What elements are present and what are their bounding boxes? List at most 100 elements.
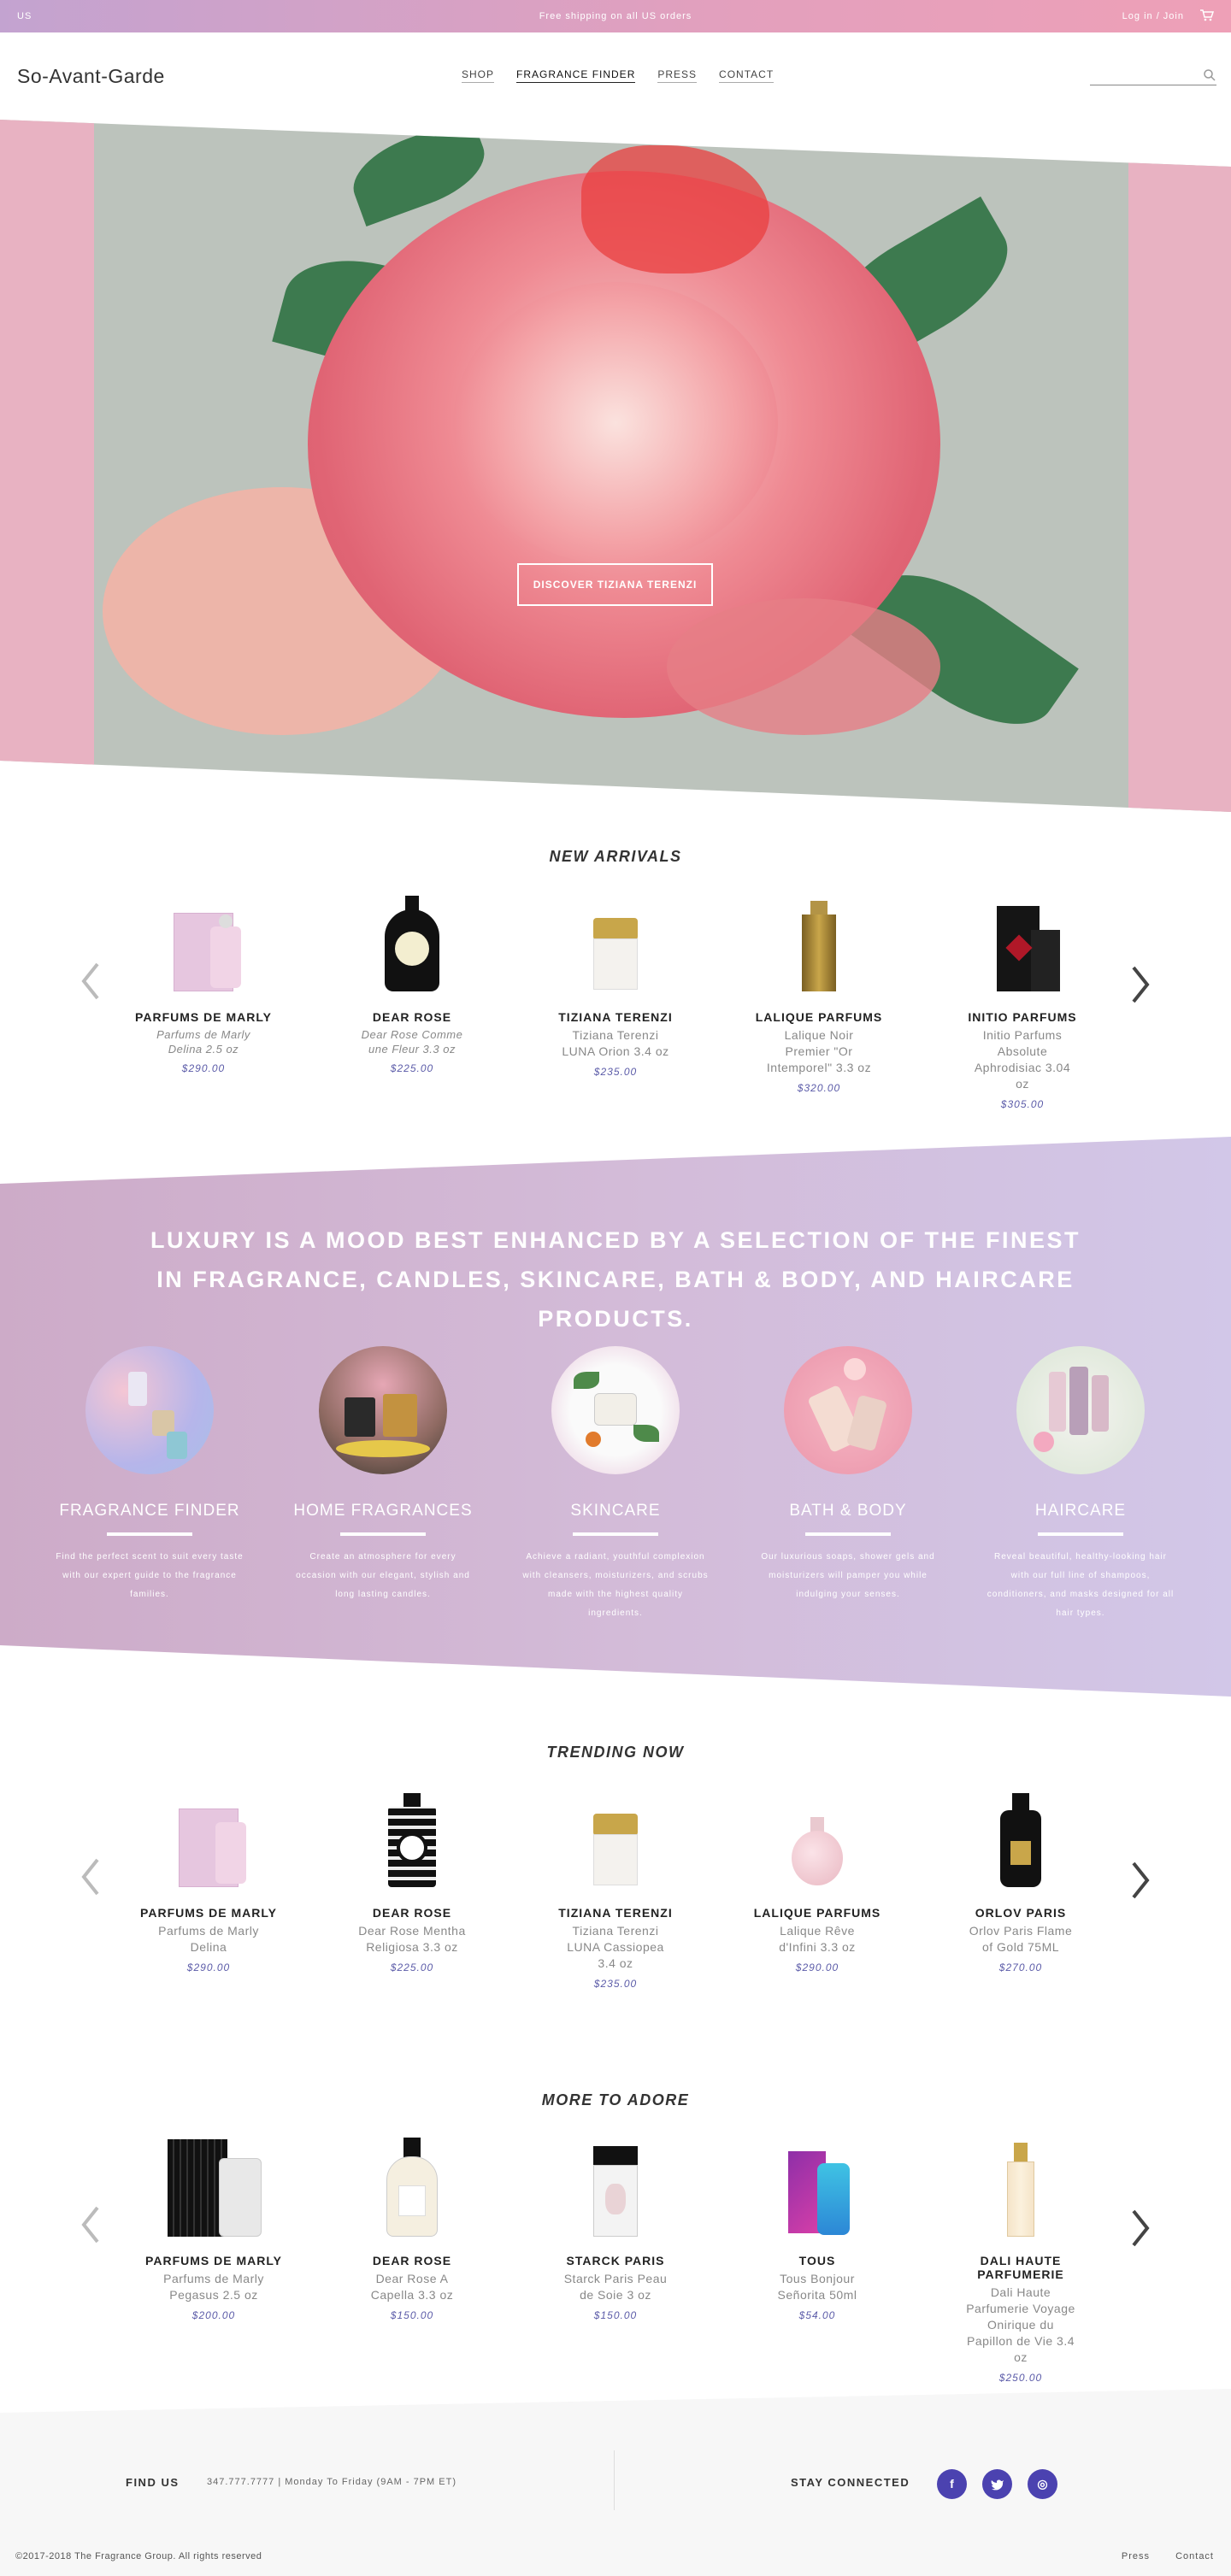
product-name[interactable]: Parfums de Marly Delina — [123, 1923, 294, 1956]
product-brand: LALIQUE PARFUMS — [755, 1010, 883, 1024]
hero-side-panel — [0, 120, 94, 812]
discover-button[interactable]: DISCOVER TIZIANA TERENZI — [517, 563, 713, 606]
product-card[interactable]: PARFUMS DE MARLY Parfums de Marly Delina… — [118, 889, 289, 1074]
product-name[interactable]: Lalique Rêve d'Infini 3.3 oz — [732, 1923, 903, 1956]
product-image[interactable] — [149, 1785, 268, 1896]
product-card[interactable]: TIZIANA TERENZI Tiziana Terenzi LUNA Cas… — [530, 1785, 701, 1990]
product-image[interactable] — [352, 1785, 472, 1896]
product-name[interactable]: Starck Paris Peau de Soie 3 oz — [530, 2271, 701, 2303]
product-card[interactable]: TOUS Tous Bonjour Señorita 50ml $54.00 — [732, 2132, 903, 2321]
nav-press[interactable]: PRESS — [657, 68, 698, 83]
chevron-left-icon[interactable] — [74, 2199, 108, 2250]
product-card[interactable]: PARFUMS DE MARLY Parfums de Marly Delina… — [123, 1785, 294, 1973]
product-image[interactable] — [144, 889, 263, 1000]
category-card-haircare[interactable]: HAIRCARE Reveal beautiful, healthy-looki… — [978, 1346, 1183, 1623]
search-input[interactable] — [1090, 67, 1193, 84]
product-name[interactable]: Dali Haute Parfumerie Voyage Onirique du… — [935, 2285, 1106, 2366]
product-image[interactable] — [759, 889, 879, 1000]
product-card[interactable]: TIZIANA TERENZI Tiziana Terenzi LUNA Ori… — [530, 889, 701, 1078]
product-brand: PARFUMS DE MARLY — [140, 1906, 277, 1920]
footer-link-press[interactable]: Press — [1122, 2551, 1150, 2561]
product-brand: PARFUMS DE MARLY — [135, 1010, 272, 1024]
product-name[interactable]: Dear Rose Comme une Fleur 3.3 oz — [327, 1027, 498, 1056]
product-name[interactable]: Tiziana Terenzi LUNA Orion 3.4 oz — [530, 1027, 701, 1060]
chevron-right-icon[interactable] — [1123, 1855, 1157, 1906]
product-image[interactable] — [352, 2132, 472, 2244]
shipping-banner: Free shipping on all US orders — [539, 11, 692, 21]
cart-icon[interactable] — [1200, 9, 1214, 21]
nav-contact[interactable]: CONTACT — [719, 68, 775, 83]
category-title[interactable]: FRAGRANCE FINDER — [47, 1502, 252, 1520]
facebook-icon[interactable]: f — [937, 2469, 967, 2499]
category-image[interactable] — [85, 1346, 214, 1474]
footer-link-contact[interactable]: Contact — [1175, 2551, 1214, 2561]
product-brand: TIZIANA TERENZI — [558, 1010, 673, 1024]
category-image[interactable] — [1016, 1346, 1145, 1474]
category-description: Our luxurious soaps, shower gels and moi… — [761, 1552, 935, 1599]
product-card[interactable]: LALIQUE PARFUMS Lalique Noir Premier "Or… — [733, 889, 904, 1094]
nav-shop[interactable]: SHOP — [462, 68, 495, 83]
contact-phone[interactable]: 347.777.7777 | Monday To Friday (9AM - 7… — [207, 2477, 456, 2487]
product-name[interactable]: Initio Parfums Absolute Aphrodisiac 3.04… — [937, 1027, 1108, 1092]
product-image[interactable] — [757, 1785, 877, 1896]
product-card[interactable]: PARFUMS DE MARLY Parfums de Marly Pegasu… — [128, 2132, 299, 2321]
product-card[interactable]: DALI HAUTE PARFUMERIE Dali Haute Parfume… — [935, 2132, 1106, 2384]
category-title[interactable]: BATH & BODY — [745, 1502, 951, 1520]
product-card[interactable]: DEAR ROSE Dear Rose Comme une Fleur 3.3 … — [327, 889, 498, 1074]
category-title[interactable]: HOME FRAGRANCES — [280, 1502, 486, 1520]
product-image[interactable] — [757, 2132, 877, 2244]
peony-petal — [581, 145, 769, 273]
product-image[interactable] — [352, 889, 472, 1000]
product-image[interactable] — [556, 2132, 675, 2244]
product-name[interactable]: Parfums de Marly Pegasus 2.5 oz — [128, 2271, 299, 2303]
site-footer: FIND US 347.777.7777 | Monday To Friday … — [0, 2389, 1231, 2576]
nav-fragrance-finder[interactable]: FRAGRANCE FINDER — [516, 68, 636, 83]
category-underline — [805, 1532, 891, 1536]
product-card[interactable]: INITIO PARFUMS Initio Parfums Absolute A… — [937, 889, 1108, 1110]
product-card[interactable]: LALIQUE PARFUMS Lalique Rêve d'Infini 3.… — [732, 1785, 903, 1973]
footer-divider — [614, 2450, 615, 2510]
product-name[interactable]: Parfums de Marly Delina 2.5 oz — [118, 1027, 289, 1056]
chevron-right-icon[interactable] — [1123, 2203, 1157, 2254]
login-link[interactable]: Log in / Join — [1122, 11, 1184, 21]
product-image[interactable] — [961, 1785, 1081, 1896]
category-card-fragrance-finder[interactable]: FRAGRANCE FINDER Find the perfect scent … — [47, 1346, 252, 1604]
product-name[interactable]: Orlov Paris Flame of Gold 75ML — [935, 1923, 1106, 1956]
product-name[interactable]: Tous Bonjour Señorita 50ml — [732, 2271, 903, 2303]
product-name[interactable]: Tiziana Terenzi LUNA Cassiopea 3.4 oz — [530, 1923, 701, 1972]
category-image[interactable] — [551, 1346, 680, 1474]
category-band: LUXURY IS A MOOD BEST ENHANCED BY A SELE… — [0, 1137, 1231, 1697]
product-brand: DEAR ROSE — [372, 1010, 452, 1024]
twitter-icon[interactable] — [982, 2469, 1012, 2499]
product-image[interactable] — [556, 889, 675, 1000]
product-name[interactable]: Dear Rose A Capella 3.3 oz — [327, 2271, 498, 2303]
more-to-adore-title: MORE TO ADORE — [541, 2091, 690, 2108]
product-image[interactable] — [154, 2132, 274, 2244]
product-card[interactable]: DEAR ROSE Dear Rose Mentha Religiosa 3.3… — [327, 1785, 498, 1973]
chevron-left-icon[interactable] — [74, 1851, 108, 1903]
product-card[interactable]: DEAR ROSE Dear Rose A Capella 3.3 oz $15… — [327, 2132, 498, 2321]
category-title[interactable]: HAIRCARE — [978, 1502, 1183, 1520]
hero-banner: DISCOVER TIZIANA TERENZI — [0, 120, 1231, 812]
copyright: ©2017-2018 The Fragrance Group. All righ… — [15, 2551, 262, 2561]
category-underline — [573, 1532, 658, 1536]
product-image[interactable] — [961, 2132, 1081, 2244]
chevron-right-icon[interactable] — [1123, 959, 1157, 1010]
product-card[interactable]: STARCK PARIS Starck Paris Peau de Soie 3… — [530, 2132, 701, 2321]
site-logo[interactable]: So-Avant-Garde — [17, 65, 165, 88]
product-card[interactable]: ORLOV PARIS Orlov Paris Flame of Gold 75… — [935, 1785, 1106, 1973]
product-image[interactable] — [556, 1785, 675, 1896]
product-name[interactable]: Lalique Noir Premier "Or Intemporel" 3.3… — [733, 1027, 904, 1076]
category-card-bath-body[interactable]: BATH & BODY Our luxurious soaps, shower … — [745, 1346, 951, 1604]
product-name[interactable]: Dear Rose Mentha Religiosa 3.3 oz — [327, 1923, 498, 1956]
search-icon[interactable] — [1203, 68, 1216, 82]
chevron-left-icon[interactable] — [74, 956, 108, 1007]
category-image[interactable] — [784, 1346, 912, 1474]
instagram-icon[interactable]: ◎ — [1028, 2469, 1057, 2499]
product-image[interactable] — [963, 889, 1082, 1000]
product-brand: DALI HAUTE PARFUMERIE — [977, 2254, 1064, 2281]
category-card-skincare[interactable]: SKINCARE Achieve a radiant, youthful com… — [513, 1346, 718, 1623]
category-image[interactable] — [319, 1346, 447, 1474]
category-title[interactable]: SKINCARE — [513, 1502, 718, 1520]
category-card-home-fragrances[interactable]: HOME FRAGRANCES Create an atmosphere for… — [280, 1346, 486, 1604]
